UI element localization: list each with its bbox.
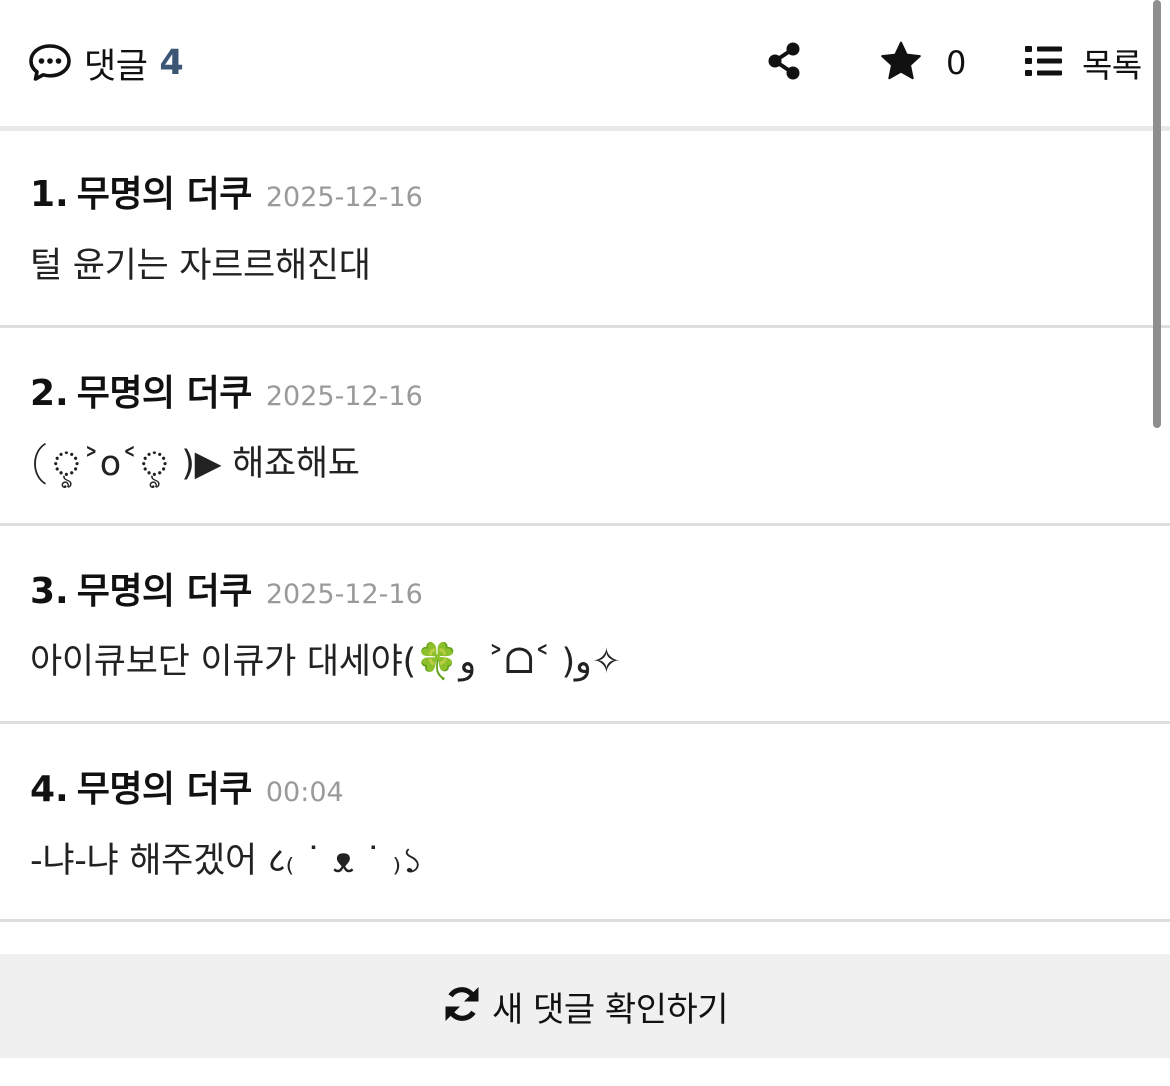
comment-number: 4. xyxy=(30,769,69,810)
refresh-icon xyxy=(442,984,482,1028)
share-button[interactable] xyxy=(764,42,804,84)
comment-header: 2. 무명의 더쿠 2025-12-16 xyxy=(30,364,423,416)
comments-heading: 댓글 4 xyxy=(28,40,184,87)
comment-divider xyxy=(0,919,1170,922)
comment-number: 3. xyxy=(30,571,69,612)
comment-date: 2025-12-16 xyxy=(265,579,423,610)
comment-header: 4. 무명의 더쿠 00:04 xyxy=(30,760,344,812)
comment-author: 무명의 더쿠 xyxy=(76,571,253,612)
comment-date: 00:04 xyxy=(265,777,344,808)
refresh-label: 새 댓글 확인하기 xyxy=(491,989,729,1030)
comment-text: -냐-냐 해주겠어 ८₍ ˙ ᴥ ˙ ₎১ xyxy=(30,841,424,881)
comment-header: 3. 무명의 더쿠 2025-12-16 xyxy=(30,562,423,614)
share-icon xyxy=(766,41,802,85)
comment-number: 1. xyxy=(30,174,69,215)
comment-text: 털 윤기는 자르르해진대 xyxy=(30,246,371,286)
list-icon xyxy=(1024,44,1064,82)
comment-author: 무명의 더쿠 xyxy=(76,769,253,810)
favorite-button[interactable]: 0 xyxy=(880,40,966,86)
comment-number: 2. xyxy=(30,373,69,414)
refresh-button-content: 새 댓글 확인하기 xyxy=(442,982,729,1031)
speech-bubble-icon xyxy=(28,43,72,83)
comment-item: 4. 무명의 더쿠 00:04 -냐-냐 해주겠어 ८₍ ˙ ᴥ ˙ ₎১ xyxy=(0,724,1170,922)
comments-count: 4 xyxy=(159,43,184,83)
comment-item: 2. 무명의 더쿠 2025-12-16 (ৢ˃o˂ৢ )▶ 해죠해됴 xyxy=(0,328,1170,526)
favorite-count: 0 xyxy=(946,44,967,82)
comment-item: 3. 무명의 더쿠 2025-12-16 아이큐보단 이큐가 대세야(🍀و ˃ᗝ… xyxy=(0,526,1170,724)
comment-header: 1. 무명의 더쿠 2025-12-16 xyxy=(30,165,423,217)
comment-author: 무명의 더쿠 xyxy=(76,373,253,414)
star-icon xyxy=(880,41,922,85)
comment-text: (ৢ˃o˂ৢ )▶ 해죠해됴 xyxy=(30,444,360,484)
list-label: 목록 xyxy=(1082,46,1142,85)
comment-author: 무명의 더쿠 xyxy=(76,174,253,215)
check-new-comments-button[interactable]: 새 댓글 확인하기 xyxy=(0,954,1170,1058)
comment-item: 1. 무명의 더쿠 2025-12-16 털 윤기는 자르르해진대 xyxy=(0,131,1170,328)
comment-date: 2025-12-16 xyxy=(265,182,423,213)
list-button[interactable]: 목록 xyxy=(1024,40,1142,86)
comment-text: 아이큐보단 이큐가 대세야(🍀و ˃ᗝ˂ )و✧ xyxy=(30,642,622,682)
comments-label: 댓글 xyxy=(84,46,148,87)
comment-date: 2025-12-16 xyxy=(265,381,423,412)
scrollbar-thumb[interactable] xyxy=(1153,0,1161,428)
comments-header: 댓글 4 0 목록 xyxy=(0,0,1170,131)
